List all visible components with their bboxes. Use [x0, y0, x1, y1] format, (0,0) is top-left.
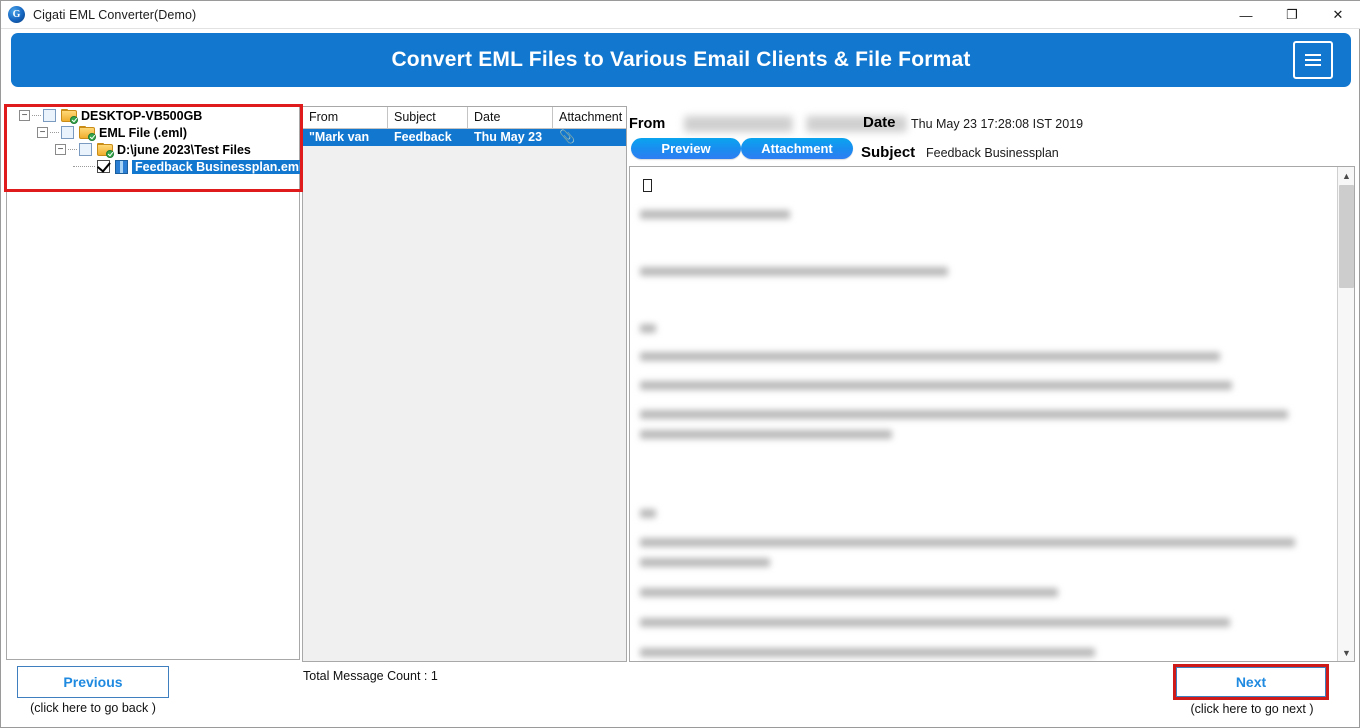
message-list-empty-area	[303, 146, 626, 661]
email-body-panel[interactable]: ▲ ▼	[629, 166, 1355, 662]
tree-node-label: EML File (.eml)	[99, 125, 187, 140]
expander-icon[interactable]: −	[55, 144, 66, 155]
body-text-line	[640, 618, 1230, 627]
message-list-panel[interactable]: From Subject Date Attachment "Mark van F…	[302, 106, 627, 662]
folder-checked-icon	[97, 143, 114, 158]
previous-hint-text: (click here to go back )	[30, 701, 156, 715]
tree-checkbox[interactable]	[43, 109, 56, 122]
date-label: Date	[863, 114, 896, 131]
body-scrollbar[interactable]: ▲ ▼	[1337, 167, 1354, 661]
previous-button[interactable]: Previous	[17, 666, 169, 698]
tree-node-eml-message[interactable]: Feedback Businessplan.eml	[71, 158, 306, 175]
header-banner: Convert EML Files to Various Email Clien…	[11, 33, 1351, 87]
body-text-line	[640, 352, 1220, 361]
body-text-line	[640, 538, 1295, 547]
subject-label: Subject	[861, 144, 916, 161]
paperclip-icon: 📎	[559, 129, 576, 144]
column-header-attachment[interactable]: Attachment	[553, 107, 626, 129]
body-text-line	[640, 648, 1095, 657]
app-logo-icon: G	[8, 6, 25, 23]
tab-preview[interactable]: Preview	[631, 138, 741, 159]
tree-checkbox[interactable]	[61, 126, 74, 139]
title-bar: G Cigati EML Converter(Demo) — ❐ ✕	[1, 1, 1360, 29]
tree-connector-line	[68, 149, 77, 150]
eml-file-icon	[115, 159, 128, 174]
minimize-icon[interactable]: —	[1223, 1, 1269, 29]
email-body-content	[630, 167, 1336, 661]
tree-connector-line	[73, 166, 95, 167]
next-button[interactable]: Next	[1176, 667, 1326, 697]
body-text-line	[640, 267, 948, 276]
hamburger-menu-icon[interactable]	[1293, 41, 1333, 79]
next-hint-text: (click here to go next )	[1190, 702, 1314, 716]
subject-value: Feedback Businessplan	[926, 146, 1059, 160]
message-list-header: From Subject Date Attachment	[303, 107, 626, 129]
column-header-from[interactable]: From	[303, 107, 388, 129]
close-icon[interactable]: ✕	[1315, 1, 1360, 29]
missing-glyph-icon	[643, 179, 652, 192]
body-text-line	[640, 588, 1058, 597]
body-text-line	[640, 381, 1232, 390]
body-text-line	[640, 210, 790, 219]
folder-checked-icon	[61, 109, 78, 124]
tree-node-label: Feedback Businessplan.eml	[132, 159, 306, 174]
maximize-icon[interactable]: ❐	[1269, 1, 1315, 29]
column-header-date[interactable]: Date	[468, 107, 553, 129]
body-text-line	[640, 558, 770, 567]
tree-checkbox[interactable]	[79, 143, 92, 156]
folder-checked-icon	[79, 126, 96, 141]
tree-node-path[interactable]: − D:\june 2023\Test Files	[53, 141, 299, 158]
date-value: Thu May 23 17:28:08 IST 2019	[911, 117, 1084, 131]
column-header-subject[interactable]: Subject	[388, 107, 468, 129]
expander-icon[interactable]: −	[19, 110, 30, 121]
chevron-up-icon[interactable]: ▲	[1338, 167, 1354, 184]
chevron-down-icon[interactable]: ▼	[1338, 644, 1354, 661]
total-message-count: Total Message Count : 1	[303, 669, 438, 683]
tree-node-label: D:\june 2023\Test Files	[117, 142, 251, 157]
window-controls: — ❐ ✕	[1223, 1, 1360, 29]
table-row[interactable]: "Mark van Feedback Thu May 23 📎	[303, 129, 626, 146]
tree-connector-line	[32, 115, 41, 116]
body-text-line	[640, 430, 892, 439]
tree-connector-line	[50, 132, 59, 133]
tab-attachment[interactable]: Attachment	[741, 138, 853, 159]
tree-node-eml-file[interactable]: − EML File (.eml)	[35, 124, 299, 141]
expander-icon[interactable]: −	[37, 127, 48, 138]
tree-node-desktop[interactable]: − DESKTOP-VB500GB	[17, 107, 299, 124]
tree-node-label: DESKTOP-VB500GB	[81, 108, 203, 123]
body-text-line	[640, 509, 656, 518]
tree-checkbox[interactable]	[97, 160, 110, 173]
body-text-line	[640, 324, 656, 333]
window-title: Cigati EML Converter(Demo)	[33, 7, 197, 22]
cell-subject: Feedback	[394, 130, 452, 144]
cell-date: Thu May 23	[474, 130, 543, 144]
folder-tree-panel[interactable]: − DESKTOP-VB500GB − EML File (.eml) − D:…	[6, 106, 306, 660]
cell-from: "Mark van	[309, 130, 370, 144]
from-label: From	[629, 116, 666, 132]
banner-title: Convert EML Files to Various Email Clien…	[391, 48, 971, 71]
body-text-line	[640, 410, 1288, 419]
scrollbar-thumb[interactable]	[1339, 185, 1354, 288]
